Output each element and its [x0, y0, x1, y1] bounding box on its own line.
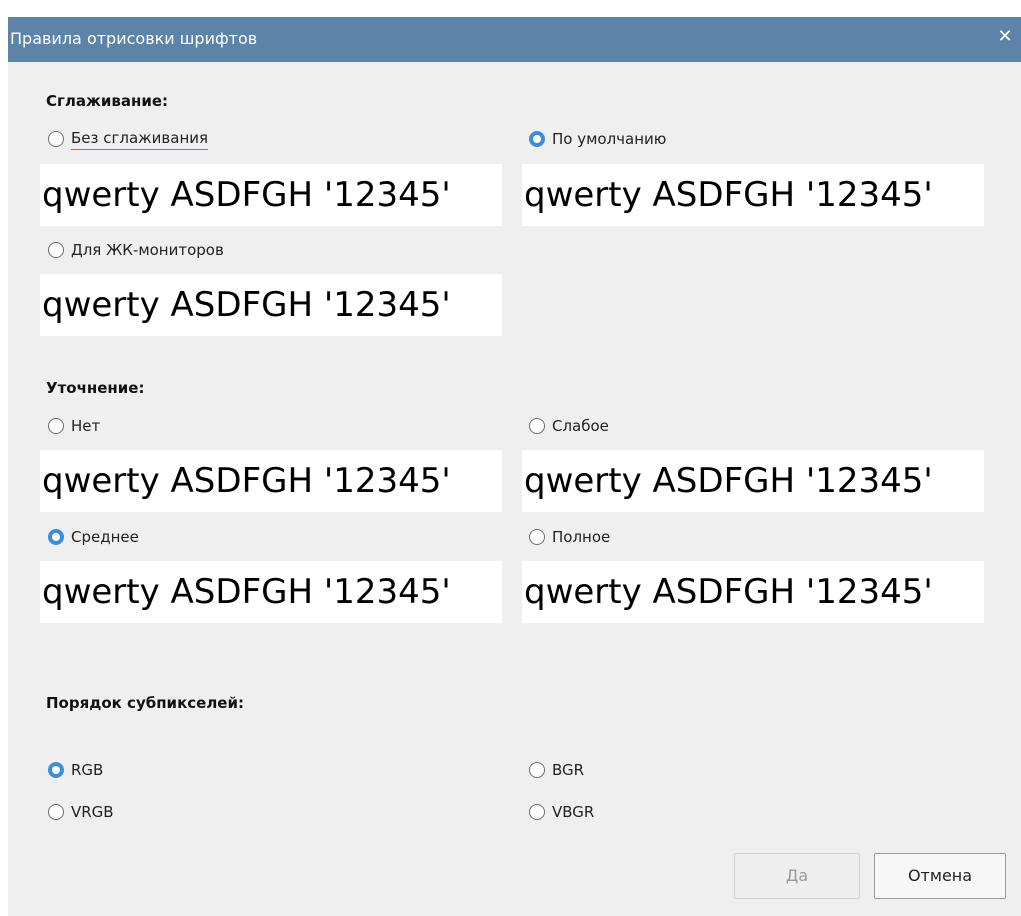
- radio-button-icon[interactable]: [48, 418, 64, 434]
- radio-hinting-slight[interactable]: Слабое: [529, 414, 609, 438]
- radio-no-antialiasing[interactable]: Без сглаживания: [48, 127, 209, 151]
- radio-button-icon[interactable]: [529, 131, 545, 147]
- radio-button-icon[interactable]: [48, 529, 64, 545]
- radio-button-icon[interactable]: [48, 131, 64, 147]
- radio-default-antialiasing[interactable]: По умолчанию: [529, 127, 666, 151]
- radio-label: RGB: [71, 761, 104, 779]
- font-sample-lcd-antialiasing: qwerty ASDFGH '12345': [40, 274, 502, 336]
- radio-button-icon[interactable]: [48, 762, 64, 778]
- radio-label: BGR: [552, 761, 585, 779]
- radio-label: Слабое: [552, 417, 609, 435]
- radio-button-icon[interactable]: [529, 804, 545, 820]
- radio-subpixel-bgr[interactable]: BGR: [529, 758, 584, 782]
- radio-label: Полное: [552, 528, 611, 546]
- radio-button-icon[interactable]: [529, 418, 545, 434]
- cancel-button[interactable]: Отмена: [874, 853, 1006, 899]
- radio-label: Среднее: [71, 528, 139, 546]
- font-sample-hinting-full: qwerty ASDFGH '12345': [522, 561, 984, 623]
- radio-button-icon[interactable]: [529, 529, 545, 545]
- radio-subpixel-rgb[interactable]: RGB: [48, 758, 103, 782]
- font-sample-no-antialiasing: qwerty ASDFGH '12345': [40, 164, 502, 226]
- radio-subpixel-vrgb[interactable]: VRGB: [48, 800, 114, 824]
- radio-hinting-none[interactable]: Нет: [48, 414, 100, 438]
- radio-button-icon[interactable]: [48, 242, 64, 258]
- radio-label: VRGB: [71, 803, 114, 821]
- hinting-section-label: Уточнение:: [46, 379, 145, 397]
- font-sample-default-antialiasing: qwerty ASDFGH '12345': [522, 164, 984, 226]
- font-sample-hinting-none: qwerty ASDFGH '12345': [40, 450, 502, 512]
- dialog-title: Правила отрисовки шрифтов: [10, 29, 258, 48]
- radio-label: Без сглаживания: [71, 129, 209, 150]
- radio-button-icon[interactable]: [529, 762, 545, 778]
- radio-hinting-medium[interactable]: Среднее: [48, 525, 139, 549]
- radio-lcd-antialiasing[interactable]: Для ЖК-мониторов: [48, 238, 224, 262]
- antialiasing-section-label: Сглаживание:: [46, 92, 169, 110]
- radio-label: VBGR: [552, 803, 595, 821]
- dialog-titlebar[interactable]: Правила отрисовки шрифтов ✕: [8, 17, 1021, 62]
- close-icon[interactable]: ✕: [993, 25, 1017, 49]
- font-rendering-dialog: Правила отрисовки шрифтов ✕ Сглаживание:…: [8, 17, 1021, 916]
- font-sample-hinting-medium: qwerty ASDFGH '12345': [40, 561, 502, 623]
- ok-button[interactable]: Да: [734, 853, 860, 899]
- subpixel-section-label: Порядок субпикселей:: [46, 694, 244, 712]
- font-sample-hinting-slight: qwerty ASDFGH '12345': [522, 450, 984, 512]
- radio-label: Нет: [71, 417, 101, 435]
- radio-button-icon[interactable]: [48, 804, 64, 820]
- radio-subpixel-vbgr[interactable]: VBGR: [529, 800, 594, 824]
- radio-label: Для ЖК-мониторов: [71, 241, 224, 259]
- radio-label: По умолчанию: [552, 130, 667, 148]
- radio-hinting-full[interactable]: Полное: [529, 525, 610, 549]
